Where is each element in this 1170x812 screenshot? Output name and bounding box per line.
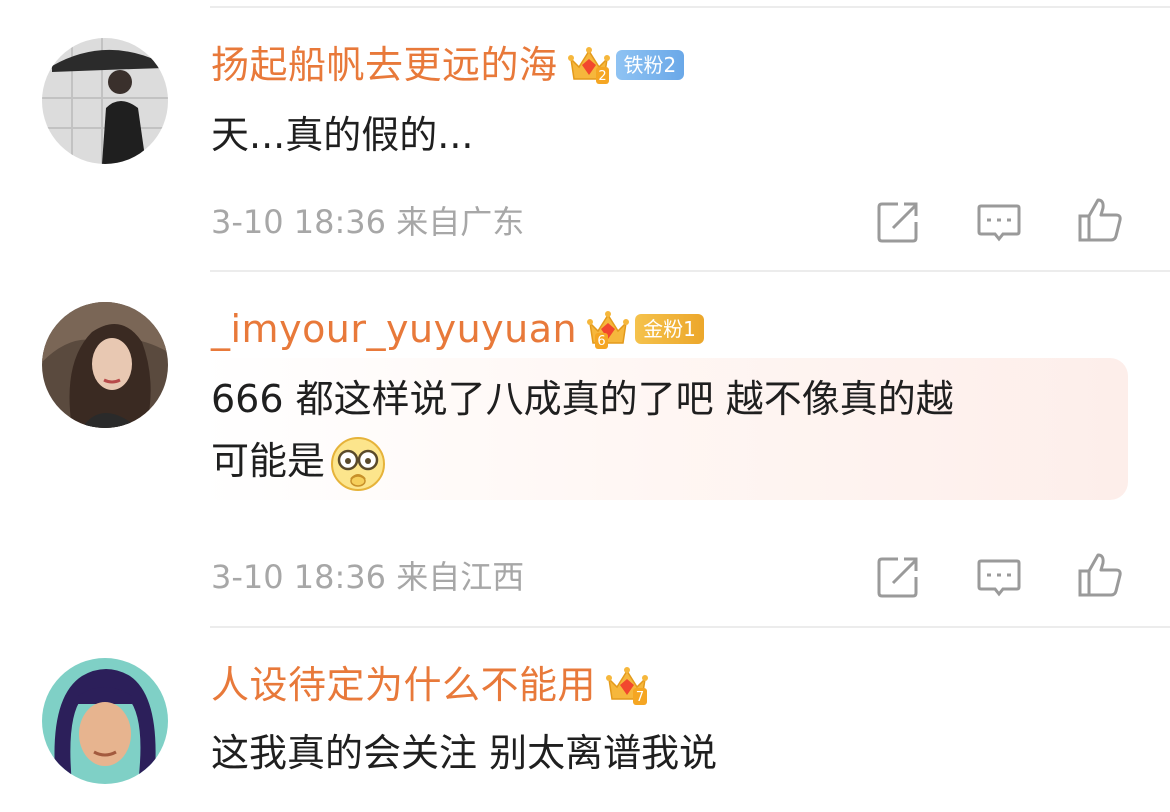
thumbs-up-icon [1078,198,1122,242]
like-button[interactable] [1076,551,1124,599]
crown-level: 6 [597,334,605,349]
username[interactable]: 人设待定为什么不能用 [211,660,596,710]
fan-badge[interactable]: 铁粉2 [615,49,685,81]
divider-top [210,6,1170,8]
divider [210,270,1170,272]
comment-location: 来自江西 [396,558,525,596]
comment-icon [977,204,1021,242]
comment-meta: 3-10 18:36 来自广东 [211,202,524,242]
username[interactable]: 扬起船帆去更远的海 [211,40,558,90]
comment-text: 666 都这样说了八成真的了吧 越不像真的越 可能是 [211,368,954,493]
crown-badge-icon: 2 [567,45,610,85]
share-icon [877,557,918,598]
comment-text-line1: 666 都这样说了八成真的了吧 越不像真的越 [211,377,954,421]
fan-badge[interactable]: 金粉1 [635,313,704,345]
crown-badge-icon: 6 [587,309,630,349]
comment-time: 3-10 18:36 [211,558,387,596]
crown-badge-icon: 7 [606,665,649,705]
crown-level: 2 [598,69,606,84]
share-icon [877,202,918,243]
comment-text-line2-row: 可能是 [211,430,954,493]
comment-button[interactable] [975,198,1023,246]
divider [210,626,1170,628]
glasses-emoji-icon [329,435,387,493]
avatar[interactable] [42,38,168,164]
comment-button[interactable] [975,553,1023,601]
thumbs-up-icon [1078,553,1122,597]
crown-level: 7 [636,690,644,705]
comment-text-line2: 可能是 [211,439,326,483]
comment-icon [977,559,1021,597]
share-button[interactable] [874,198,922,246]
username[interactable]: _imyour_yuyuyuan [211,304,577,354]
comment-location: 来自广东 [396,203,525,241]
fan-badge-label: 铁粉2 [615,50,685,80]
avatar[interactable] [42,302,168,428]
share-button[interactable] [874,553,922,601]
like-button[interactable] [1076,196,1124,244]
comment-meta: 3-10 18:36 来自江西 [211,557,524,597]
comment-time: 3-10 18:36 [211,203,387,241]
comment-text: 这我真的会关注 别太离谱我说 [211,731,718,775]
fan-badge-label: 金粉1 [635,314,704,344]
comment-text: 天...真的假的... [211,113,474,157]
avatar[interactable] [42,658,168,784]
